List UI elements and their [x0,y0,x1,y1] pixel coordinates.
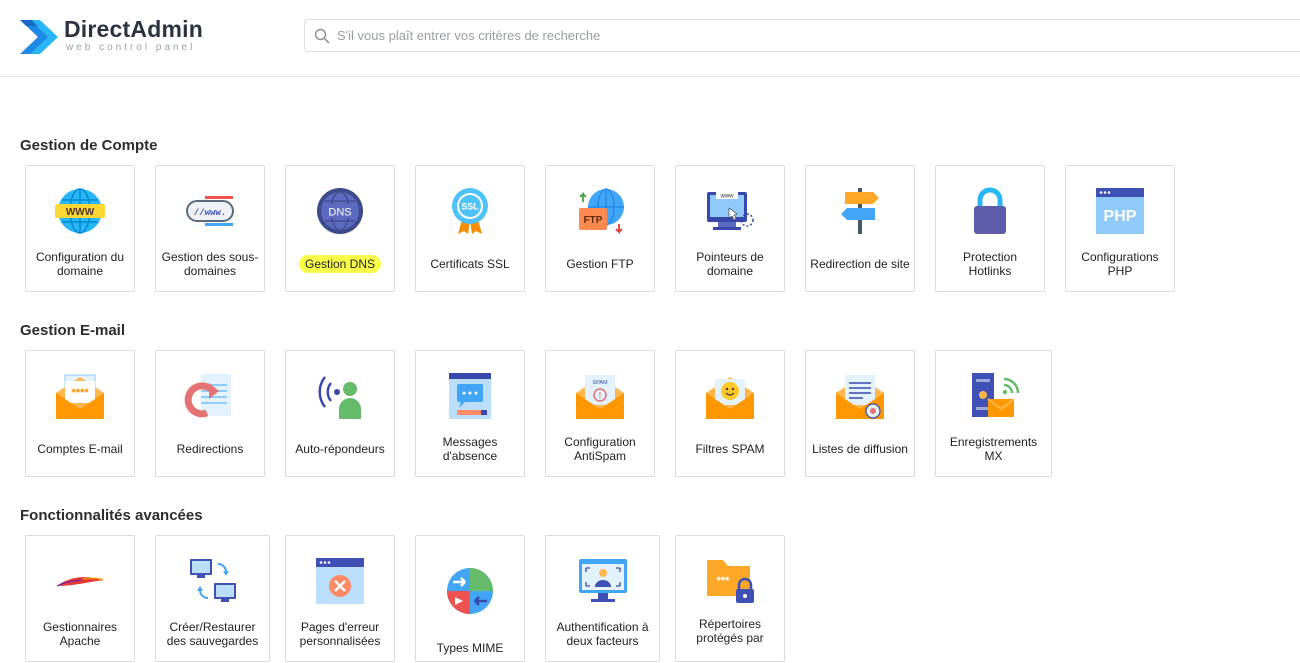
tile-apache-handlers[interactable]: Gestionnaires Apache [25,535,135,662]
tile-label: Configuration AntiSpam [564,435,636,463]
tile-ftp-management[interactable]: FTP Gestion FTP [545,165,655,292]
svg-text:***: *** [717,575,731,587]
svg-text://www.: //www. [194,208,226,218]
tile-label: Filtres SPAM [695,442,765,456]
svg-text:DNS: DNS [328,207,351,219]
directadmin-logo[interactable]: DirectAdmin web control panel [18,14,218,60]
search-bar[interactable] [304,19,1300,52]
tile-label: Configuration du domaine [35,250,125,278]
tile-label: Listes de diffusion [812,442,908,456]
tile-label: Gestion DNS [290,249,390,279]
tile-label: Certificats SSL [430,257,510,271]
tile-label: Pointeurs de domaine [696,250,764,278]
tile-vacation-messages[interactable]: Messages d'absence [415,350,525,477]
protected-folder-icon: *** [707,560,754,603]
tile-forwarders[interactable]: Redirections [155,350,265,477]
tile-email-accounts[interactable]: **** Comptes E-mail [25,350,135,477]
svg-text:SSL: SSL [461,202,479,212]
tile-domain-pointers[interactable]: www Pointeurs de domaine [675,165,785,292]
section-title-advanced: Fonctionnalités avancées [20,507,203,524]
antispam-icon: SPAM ! [576,375,624,419]
tile-label: Protection Hotlinks [962,250,1018,278]
tile-label: Répertoires protégés par [696,617,764,645]
tile-dns-management[interactable]: DNS Gestion DNS [285,165,395,292]
tile-spam-filters[interactable]: Filtres SPAM [675,350,785,477]
tile-label: Auto-répondeurs [295,442,385,456]
tile-ssl-certificates[interactable]: SSL Certificats SSL [415,165,525,292]
domain-pointer-icon: www [707,191,754,230]
tile-antispam-setup[interactable]: SPAM ! Configuration AntiSpam [545,350,655,477]
two-factor-icon [579,559,627,602]
tile-label: Créer/Restaurer des sauvegardes [166,620,259,648]
email-account-icon: **** [56,374,104,419]
svg-text:****: **** [71,387,89,399]
svg-text:SPAM: SPAM [592,380,608,386]
tile-label: Redirection de site [810,257,910,271]
logo-chevron-icon [20,20,58,54]
www-globe-icon: WWW [55,188,105,234]
svg-text:!: ! [599,391,602,400]
tile-site-redirection[interactable]: Redirection de site [805,165,915,292]
svg-text:WWW: WWW [66,207,95,218]
autoresponder-icon [318,376,361,419]
highlight-marker: Gestion DNS [298,255,382,273]
signpost-icon [841,188,879,234]
apache-feather-icon [56,577,104,587]
tile-label: Comptes E-mail [37,442,123,456]
backup-icon [190,559,236,602]
search-icon [314,28,330,44]
svg-text:www: www [720,194,735,200]
svg-text:PHP: PHP [1104,208,1137,225]
tile-custom-error-pages[interactable]: Pages d'erreur personnalisées [285,535,395,662]
logo-subtitle: web control panel [66,42,196,53]
tile-hotlink-protection[interactable]: Protection Hotlinks [935,165,1045,292]
error-page-icon [316,558,364,604]
top-header: DirectAdmin web control panel [0,0,1300,77]
tile-autoresponders[interactable]: Auto-répondeurs [285,350,395,477]
tile-label: Enregistrements MX [949,435,1038,463]
section-title-email: Gestion E-mail [20,322,126,339]
tile-mailing-lists[interactable]: Listes de diffusion [805,350,915,477]
ssl-badge-icon: SSL [452,188,488,234]
dns-globe-icon: DNS [317,188,363,234]
padlock-icon [974,187,1006,234]
tile-protected-directories[interactable]: *** Répertoires protégés par [675,535,785,662]
tile-label: Gestionnaires Apache [42,620,118,648]
tile-label: Redirections [176,442,244,456]
vacation-message-icon [449,373,491,419]
spam-filter-icon [706,377,754,419]
tile-mx-records[interactable]: Enregistrements MX [935,350,1052,477]
tile-php-configuration[interactable]: PHP Configurations PHP [1065,165,1175,292]
svg-text:FTP: FTP [584,215,603,226]
tile-label: Authentification à deux facteurs [556,620,649,648]
tile-label: Configurations PHP [1081,250,1159,278]
tile-domain-setup[interactable]: WWW Configuration du domaine [25,165,135,292]
mx-records-icon [972,373,1020,417]
mailing-list-icon [836,375,884,419]
ftp-icon: FTP [579,188,624,235]
tile-label: Messages d'absence [442,435,498,463]
mime-types-icon [447,568,493,614]
tile-backups[interactable]: Créer/Restaurer des sauvegardes [155,535,270,662]
subdomain-icon: //www. [186,196,234,226]
php-icon: PHP [1096,188,1144,234]
tile-mime-types[interactable]: Types MIME [415,535,525,662]
tile-label: Types MIME [436,641,504,655]
tile-label: Gestion des sous-domaines [161,250,259,278]
search-input[interactable] [337,20,1237,51]
forward-icon [184,374,231,418]
tile-subdomains[interactable]: //www. Gestion des sous-domaines [155,165,265,292]
tile-label: Gestion FTP [566,257,634,271]
tile-two-factor-auth[interactable]: Authentification à deux facteurs [545,535,660,662]
section-title-account: Gestion de Compte [20,137,158,154]
logo-title: DirectAdmin [64,16,203,42]
tile-label: Pages d'erreur personnalisées [299,620,381,648]
